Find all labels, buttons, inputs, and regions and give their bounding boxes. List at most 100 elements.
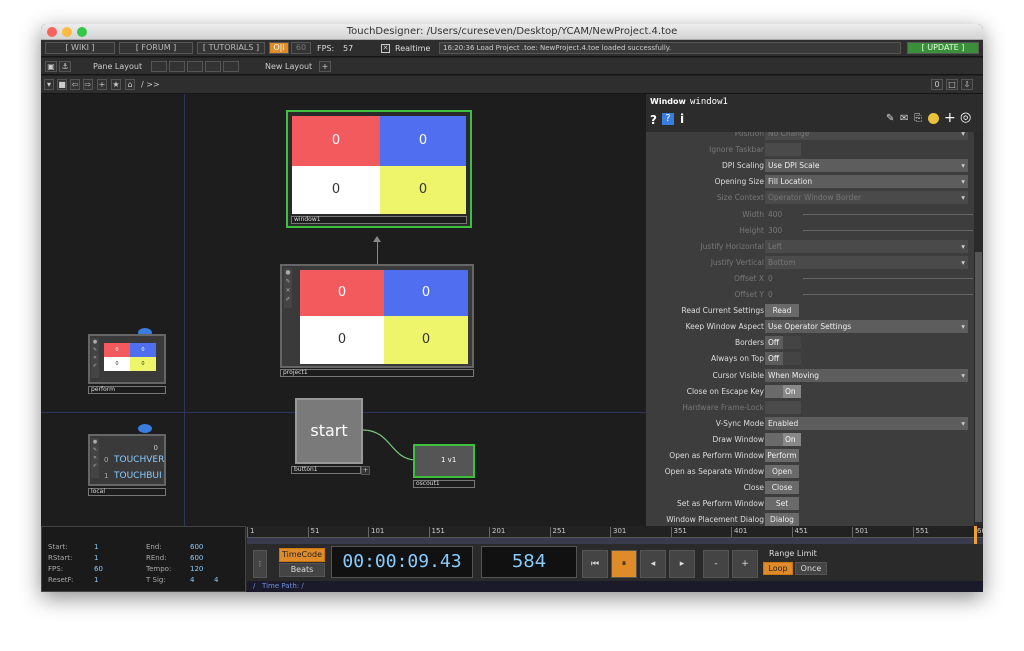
param-dropdown[interactable]: Fill Location bbox=[765, 175, 968, 189]
network-editor[interactable]: 0 0 0 0 window1 ● ✎ ✕ ✐ 0 0 0 0 project1 ● ✎… bbox=[41, 94, 646, 526]
maximize-window-icon[interactable] bbox=[77, 27, 87, 37]
rstart-value[interactable]: 1 bbox=[94, 554, 98, 562]
help-icon[interactable]: ? bbox=[650, 113, 657, 127]
param-dropdown[interactable]: Use Operator Settings bbox=[765, 320, 968, 334]
time-ruler[interactable]: 151101151201251301351401451501551600 bbox=[247, 526, 983, 538]
realtime-checkbox[interactable]: ✕ bbox=[381, 44, 390, 53]
param-dropdown[interactable]: No Change bbox=[765, 132, 968, 140]
step-forward-icon[interactable]: ▸ bbox=[669, 550, 695, 578]
param-button[interactable]: Dialog bbox=[765, 513, 799, 526]
layout-single-icon[interactable] bbox=[151, 61, 167, 72]
wiki-button[interactable]: [ WIKI ] bbox=[45, 42, 115, 54]
download-icon[interactable]: ⇩ bbox=[961, 79, 973, 90]
perform-label[interactable]: perform bbox=[88, 386, 166, 394]
clone-icon[interactable]: ⎘ bbox=[914, 113, 922, 124]
oscout1-node[interactable]: 1 v1 bbox=[413, 444, 475, 478]
maximize-pane-icon[interactable]: □ bbox=[946, 79, 958, 90]
menu-chevron-icon[interactable]: ▾ bbox=[44, 79, 54, 90]
frame-display[interactable]: 584 bbox=[481, 546, 577, 578]
param-toggle[interactable] bbox=[765, 400, 801, 414]
close-window-icon[interactable] bbox=[47, 27, 57, 37]
param-dropdown[interactable]: Use DPI Scale bbox=[765, 159, 968, 173]
image-icon[interactable]: ▣ bbox=[45, 61, 57, 72]
project1-node[interactable]: ● ✎ ✕ ✐ 0 0 0 0 bbox=[280, 264, 474, 368]
param-scroll-thumb[interactable] bbox=[975, 252, 982, 522]
step-back-icon[interactable]: ◂ bbox=[640, 550, 666, 578]
local-node[interactable]: ● ✎ ✕ ✐ 0 0 TOUCHVER 1 TOUCHBUI bbox=[88, 434, 166, 486]
tutorials-button[interactable]: [ TUTORIALS ] bbox=[197, 42, 265, 54]
timecode-button[interactable]: TimeCode bbox=[279, 548, 325, 562]
edit-icon[interactable]: ✎ bbox=[886, 113, 894, 124]
tempo-value[interactable]: 120 bbox=[190, 565, 203, 573]
param-number[interactable]: 400 bbox=[765, 208, 799, 221]
param-dropdown[interactable]: Operator Window Border bbox=[765, 191, 968, 205]
oscout1-label[interactable]: oscout1 bbox=[413, 480, 475, 488]
param-button[interactable]: Read bbox=[765, 304, 799, 318]
param-toggle[interactable]: On bbox=[765, 432, 801, 446]
time-path-label[interactable]: Time Path: / bbox=[262, 582, 304, 590]
beats-button[interactable]: Beats bbox=[279, 563, 325, 577]
oi-button[interactable]: O|I bbox=[269, 42, 289, 54]
info-icon[interactable]: i bbox=[680, 112, 684, 126]
playhead[interactable] bbox=[974, 526, 977, 544]
button1-add-icon[interactable]: + bbox=[361, 466, 370, 475]
param-number[interactable]: 0 bbox=[765, 288, 799, 301]
param-slider[interactable] bbox=[803, 277, 973, 279]
fps-setting-value[interactable]: 60 bbox=[94, 565, 103, 573]
param-dropdown[interactable]: Enabled bbox=[765, 416, 968, 430]
loop-button[interactable]: Loop bbox=[763, 562, 793, 575]
time-range-bar[interactable] bbox=[247, 538, 983, 544]
layout-triple-icon[interactable] bbox=[223, 61, 239, 72]
new-layout-button[interactable]: + bbox=[319, 61, 331, 72]
layout-split-h-icon[interactable] bbox=[187, 61, 203, 72]
project1-label[interactable]: project1 bbox=[280, 369, 474, 377]
tsig-a[interactable]: 4 bbox=[190, 576, 194, 584]
project1-op-buttons[interactable]: ● ✎ ✕ ✐ bbox=[284, 268, 292, 308]
time-settings[interactable]: Start: 1 End: 600 RStart: 1 REnd: 600 FPS: 60… bbox=[41, 526, 246, 592]
perform-node[interactable]: ● ✎ ✕ ✐ 0 0 0 0 bbox=[88, 334, 166, 384]
start-value[interactable]: 1 bbox=[94, 543, 98, 551]
timecode-display[interactable]: 00:00:09.43 bbox=[331, 546, 473, 578]
python-icon[interactable] bbox=[928, 113, 939, 124]
param-dropdown[interactable]: Left bbox=[765, 239, 968, 253]
faster-icon[interactable]: + bbox=[732, 550, 758, 578]
param-button[interactable]: Close bbox=[765, 481, 799, 495]
param-toggle[interactable]: Off bbox=[765, 352, 801, 366]
slower-icon[interactable]: - bbox=[703, 550, 729, 578]
forward-icon[interactable]: ⇨ bbox=[83, 79, 93, 90]
once-button[interactable]: Once bbox=[795, 562, 827, 575]
param-button[interactable]: Set bbox=[765, 497, 799, 511]
end-value[interactable]: 600 bbox=[190, 543, 203, 551]
zoom-zero-button[interactable]: 0 bbox=[931, 79, 943, 90]
resetf-value[interactable]: 1 bbox=[94, 576, 98, 584]
home-icon[interactable]: ⌂ bbox=[125, 79, 135, 90]
param-toggle[interactable]: Off bbox=[765, 336, 801, 350]
local-op-buttons[interactable]: ● ✎ ✕ ✐ bbox=[91, 438, 99, 478]
param-dropdown[interactable]: When Moving bbox=[765, 368, 968, 382]
python-help-icon[interactable]: ? bbox=[662, 113, 674, 125]
param-slider[interactable] bbox=[803, 294, 973, 295]
stop-icon[interactable]: ■ bbox=[57, 79, 67, 90]
rewind-icon[interactable]: ⏮ bbox=[582, 550, 608, 578]
add-param-icon[interactable]: + bbox=[944, 110, 956, 126]
button1-node[interactable]: start bbox=[295, 398, 363, 464]
update-button[interactable]: [ UPDATE ] bbox=[907, 42, 979, 54]
minimize-window-icon[interactable] bbox=[62, 27, 72, 37]
param-slider[interactable] bbox=[803, 229, 973, 231]
rend-value[interactable]: 600 bbox=[190, 554, 203, 562]
comment-icon[interactable]: ✉ bbox=[900, 113, 908, 124]
network-path[interactable]: / >> bbox=[141, 80, 160, 89]
time-options-icon[interactable]: ⋮ bbox=[253, 550, 267, 578]
param-number[interactable]: 300 bbox=[765, 224, 799, 237]
local-comment-icon[interactable] bbox=[138, 424, 152, 433]
layout-split-v-icon[interactable] bbox=[169, 61, 185, 72]
layout-quad-icon[interactable] bbox=[205, 61, 221, 72]
param-slider[interactable] bbox=[803, 213, 973, 215]
pause-icon[interactable]: ⏸ bbox=[611, 550, 637, 578]
window1-label[interactable]: window1 bbox=[291, 216, 467, 224]
param-number[interactable]: 0 bbox=[765, 272, 799, 285]
param-dropdown[interactable]: Bottom bbox=[765, 255, 968, 269]
forum-button[interactable]: [ FORUM ] bbox=[119, 42, 193, 54]
param-toggle[interactable] bbox=[765, 143, 801, 157]
star-icon[interactable]: ★ bbox=[111, 79, 121, 90]
